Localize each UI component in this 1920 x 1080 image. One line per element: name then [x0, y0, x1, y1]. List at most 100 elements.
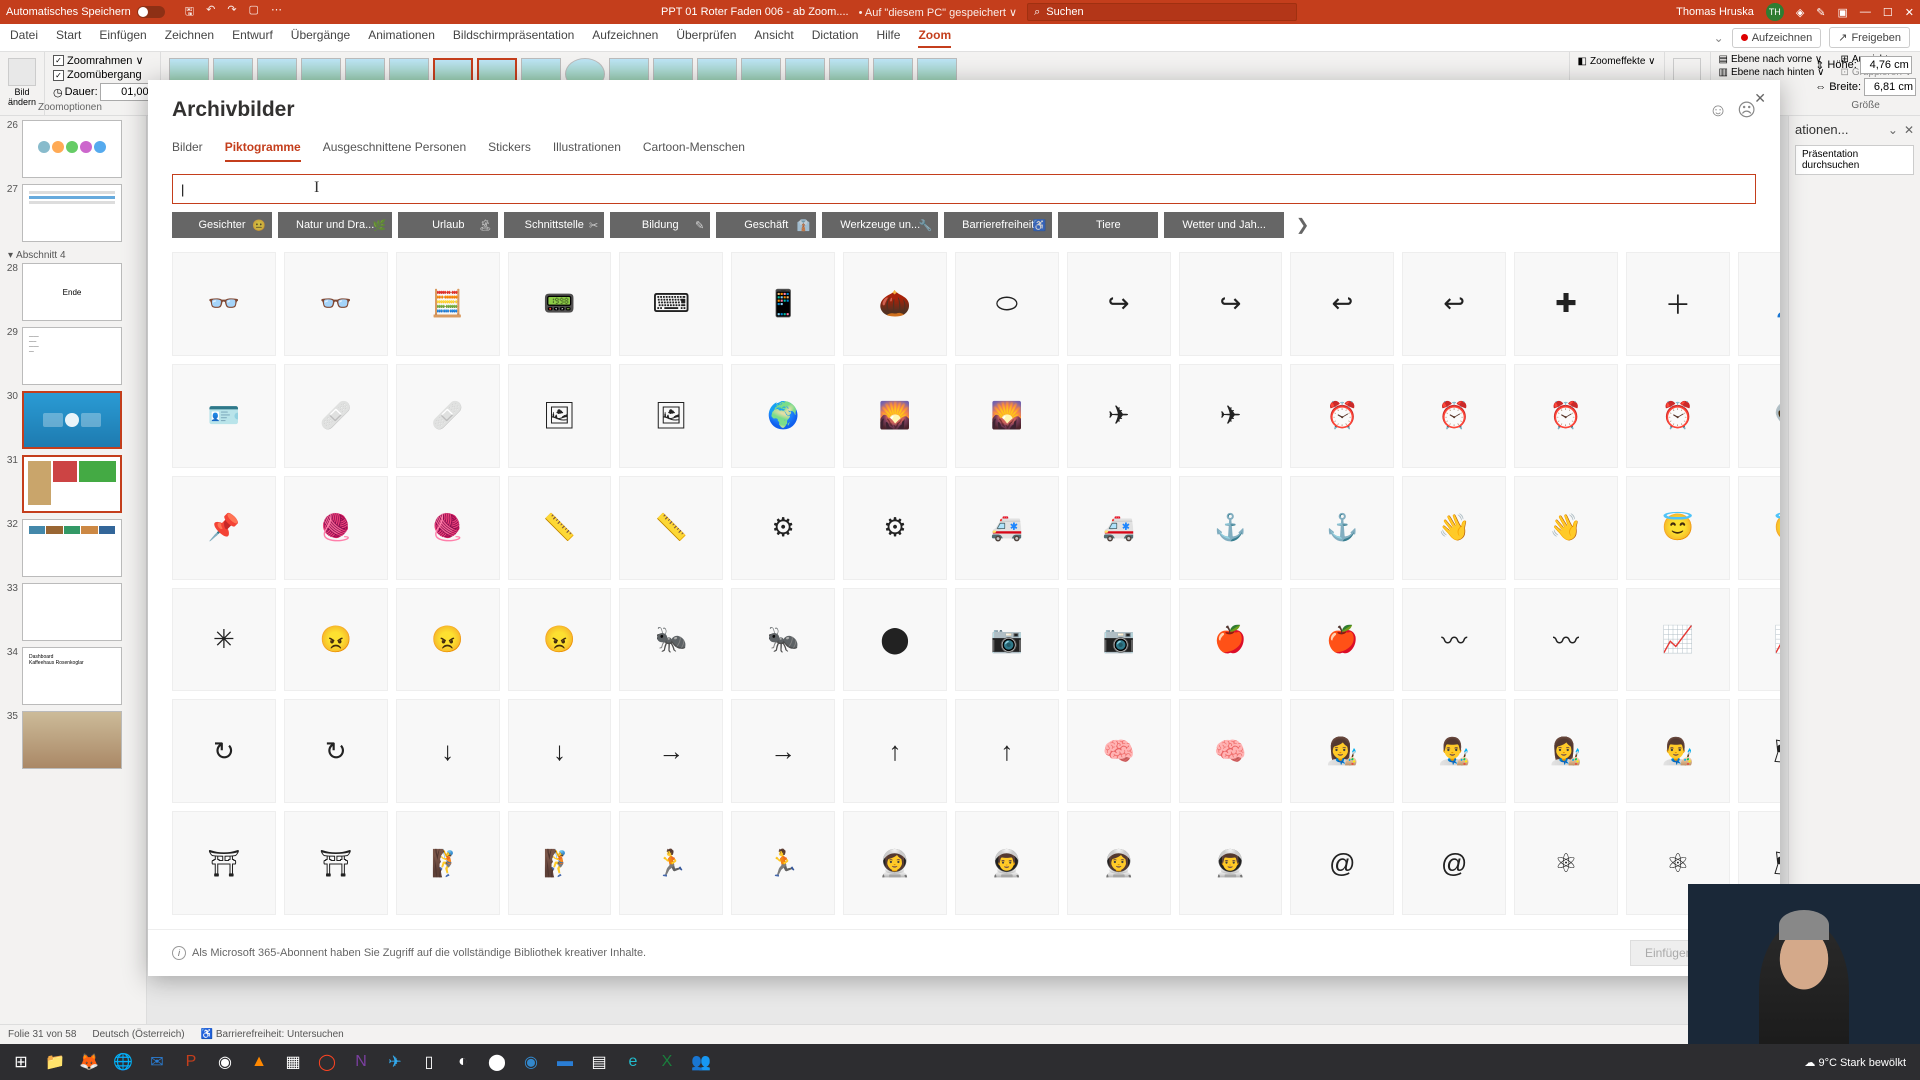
- chrome-icon[interactable]: 🌐: [106, 1046, 140, 1078]
- category-button[interactable]: Wetter und Jah...: [1164, 212, 1284, 238]
- pictogram-item[interactable]: 〰: [1514, 588, 1618, 692]
- pictogram-item[interactable]: 🧗: [508, 811, 612, 915]
- pictogram-item[interactable]: ↻: [284, 699, 388, 803]
- pictogram-item[interactable]: 🪪: [172, 364, 276, 468]
- menu-tab-datei[interactable]: Datei: [10, 28, 38, 48]
- zoomframe-checkbox[interactable]: ✓Zoomrahmen ∨: [53, 54, 152, 67]
- pictogram-item[interactable]: 📌: [172, 476, 276, 580]
- slide-thumb-32[interactable]: [22, 519, 122, 577]
- bring-forward-btn[interactable]: ▤Ebene nach vorne ∨: [1719, 54, 1825, 65]
- menu-tab-bildschirmpräsentation[interactable]: Bildschirmpräsentation: [453, 28, 574, 48]
- maximize-icon[interactable]: ☐: [1883, 6, 1893, 19]
- modal-tab[interactable]: Cartoon-Menschen: [643, 140, 745, 162]
- app-icon[interactable]: ▦: [276, 1046, 310, 1078]
- pictogram-item[interactable]: ✈: [1179, 364, 1283, 468]
- slide-thumb-33[interactable]: [22, 583, 122, 641]
- pictogram-item[interactable]: ↪: [1067, 252, 1171, 356]
- pictogram-item[interactable]: 👨‍🎨: [1626, 699, 1730, 803]
- zoomtransition-checkbox[interactable]: ✓Zoomübergang: [53, 69, 152, 81]
- slide-panel[interactable]: 26 27 ▾Abschnitt 4 28Ende 29━━━━━━━━━━━━…: [0, 116, 147, 1060]
- section-header[interactable]: ▾Abschnitt 4: [2, 248, 144, 263]
- modal-tab[interactable]: Illustrationen: [553, 140, 621, 162]
- pictogram-item[interactable]: ⚙: [843, 476, 947, 580]
- pictogram-item[interactable]: 🚑: [1067, 476, 1171, 580]
- pictogram-item[interactable]: ↓: [396, 699, 500, 803]
- pictogram-item[interactable]: 🏃: [619, 811, 723, 915]
- pictogram-item[interactable]: ⬤: [843, 588, 947, 692]
- pictogram-item[interactable]: 🐜: [731, 588, 835, 692]
- slide-thumb-27[interactable]: [22, 184, 122, 242]
- pictogram-item[interactable]: 📏: [619, 476, 723, 580]
- save-icon[interactable]: 🖫: [185, 3, 194, 22]
- pictogram-item[interactable]: 😠: [284, 588, 388, 692]
- pictogram-item[interactable]: ⚓: [1179, 476, 1283, 580]
- excel-icon[interactable]: X: [650, 1046, 684, 1078]
- modal-tab[interactable]: Ausgeschnittene Personen: [323, 140, 466, 162]
- pictogram-item[interactable]: ✈: [1067, 364, 1171, 468]
- pictogram-item[interactable]: ⏰: [1626, 364, 1730, 468]
- pictogram-item[interactable]: 🍎: [1290, 588, 1394, 692]
- menu-tab-überprüfen[interactable]: Überprüfen: [676, 28, 736, 48]
- pictogram-item[interactable]: ⚓: [1290, 476, 1394, 580]
- pictogram-item[interactable]: ⚛: [1514, 811, 1618, 915]
- category-scroll-right[interactable]: ❯: [1290, 215, 1315, 235]
- slide-thumb-26[interactable]: [22, 120, 122, 178]
- pictogram-item[interactable]: 👩‍🚀: [843, 811, 947, 915]
- modal-tab[interactable]: Stickers: [488, 140, 531, 162]
- menu-tab-hilfe[interactable]: Hilfe: [876, 28, 900, 48]
- pictogram-item[interactable]: ＋: [1626, 252, 1730, 356]
- menu-tab-animationen[interactable]: Animationen: [368, 28, 435, 48]
- menu-tab-zoom[interactable]: Zoom: [918, 28, 951, 48]
- height-spinner[interactable]: ⇕Höhe:: [1815, 56, 1916, 74]
- category-button[interactable]: Schnittstelle✂: [504, 212, 604, 238]
- save-status[interactable]: • Auf "diesem PC" gespeichert ∨: [859, 6, 1018, 19]
- pictogram-item[interactable]: 🩹: [284, 364, 388, 468]
- present-icon[interactable]: ▢: [249, 3, 259, 22]
- username-label[interactable]: Thomas Hruska: [1676, 6, 1754, 18]
- width-input[interactable]: [1864, 78, 1916, 96]
- pictogram-item[interactable]: ⏰: [1514, 364, 1618, 468]
- pictogram-item[interactable]: 🏃: [731, 811, 835, 915]
- redo-icon[interactable]: ↷: [227, 3, 236, 22]
- category-button[interactable]: Natur und Dra...🌿: [278, 212, 392, 238]
- app-icon[interactable]: ▤: [582, 1046, 616, 1078]
- pictogram-item[interactable]: 🌄: [955, 364, 1059, 468]
- pictogram-item[interactable]: 👓: [284, 252, 388, 356]
- pictogram-item[interactable]: 🖼: [619, 364, 723, 468]
- height-input[interactable]: [1860, 56, 1912, 74]
- send-backward-btn[interactable]: ▥Ebene nach hinten ∨: [1719, 67, 1825, 78]
- minimize-icon[interactable]: —: [1860, 6, 1871, 18]
- pictogram-item[interactable]: 😇: [1626, 476, 1730, 580]
- pictogram-item[interactable]: 🧶: [396, 476, 500, 580]
- category-button[interactable]: Geschäft👔: [716, 212, 816, 238]
- pictogram-item[interactable]: 📷: [1067, 588, 1171, 692]
- pictogram-item[interactable]: 🧮: [396, 252, 500, 356]
- edge-icon[interactable]: e: [616, 1046, 650, 1078]
- menu-tab-zeichnen[interactable]: Zeichnen: [165, 28, 214, 48]
- pictogram-item[interactable]: 🖼: [508, 364, 612, 468]
- menu-tab-ansicht[interactable]: Ansicht: [754, 28, 793, 48]
- pictogram-item[interactable]: 🍎: [1179, 588, 1283, 692]
- app-icon[interactable]: ▬: [548, 1046, 582, 1078]
- duration-spinner[interactable]: ◷ Dauer:: [53, 83, 152, 101]
- window-icon[interactable]: ▣: [1838, 6, 1848, 19]
- category-button[interactable]: Urlaub🏝: [398, 212, 498, 238]
- menu-tab-übergänge[interactable]: Übergänge: [291, 28, 350, 48]
- pictogram-item[interactable]: 📏: [508, 476, 612, 580]
- pictogram-item[interactable]: @: [1402, 811, 1506, 915]
- pictogram-item[interactable]: 🌰: [843, 252, 947, 356]
- pictogram-item[interactable]: 🚑: [955, 476, 1059, 580]
- app-icon[interactable]: ◉: [208, 1046, 242, 1078]
- teams-icon[interactable]: 👥: [684, 1046, 718, 1078]
- more-icon[interactable]: ⋯: [271, 3, 282, 22]
- collapse-ribbon-icon[interactable]: ⌄: [1714, 31, 1724, 45]
- pictogram-item[interactable]: 👩‍🎨: [1290, 699, 1394, 803]
- pictogram-item[interactable]: ↪: [1179, 252, 1283, 356]
- pictogram-item[interactable]: 📟: [508, 252, 612, 356]
- pictogram-item[interactable]: →: [731, 699, 835, 803]
- pictogram-item[interactable]: ⌨: [619, 252, 723, 356]
- pictogram-item[interactable]: 〰: [1402, 588, 1506, 692]
- pictogram-item[interactable]: ⚙: [731, 476, 835, 580]
- pictogram-item[interactable]: 👽: [1738, 364, 1780, 468]
- menu-tab-start[interactable]: Start: [56, 28, 81, 48]
